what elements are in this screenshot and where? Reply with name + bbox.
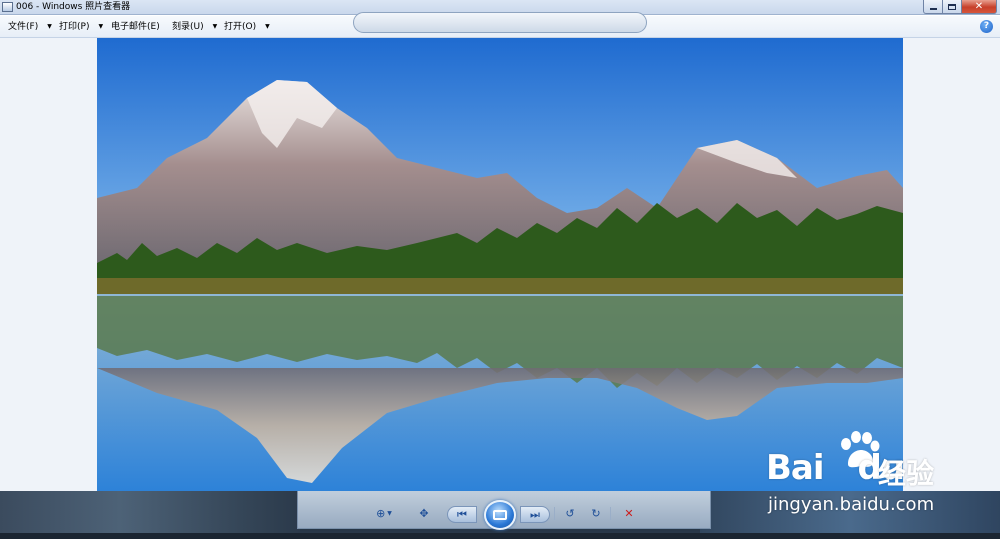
zoom-icon: ⊕	[376, 507, 386, 520]
chevron-down-icon: ▼	[98, 23, 104, 30]
landscape-photo	[97, 38, 903, 491]
rotate-right-icon: ↻	[591, 507, 601, 520]
watermark-product: 经验	[878, 457, 935, 490]
separator	[554, 507, 555, 520]
menu-print-label: 打印(P)	[59, 22, 90, 32]
minimize-button[interactable]	[923, 0, 943, 14]
watermark-url: jingyan.baidu.com	[768, 494, 935, 515]
slideshow-icon	[493, 510, 507, 520]
watermark-brand-text: Bai	[766, 448, 825, 488]
actual-size-button[interactable]: ✥	[413, 503, 435, 524]
desktop-background	[0, 491, 300, 539]
menu-burn[interactable]: 刻录(U) ▼	[172, 21, 217, 33]
next-icon: ⏭	[530, 507, 540, 521]
rotate-counterclockwise-button[interactable]: ↺	[560, 503, 580, 524]
chevron-down-icon: ▼	[212, 23, 218, 30]
menu-open[interactable]: 打开(O) ▼	[224, 21, 270, 33]
rotate-clockwise-button[interactable]: ↻	[586, 503, 606, 524]
menu-email[interactable]: 电子邮件(E)	[111, 21, 160, 33]
control-pill	[353, 12, 647, 33]
previous-icon: ⏮	[457, 507, 467, 521]
menu-burn-label: 刻录(U)	[172, 22, 204, 32]
fit-icon: ✥	[419, 507, 429, 520]
rotate-left-icon: ↺	[565, 507, 575, 520]
photo-viewer-area	[0, 38, 1000, 491]
delete-icon: ✕	[624, 507, 634, 520]
windows-taskbar	[0, 533, 1000, 539]
baidu-jingyan-watermark: Bai du 经验 jingyan.baidu.com	[760, 430, 960, 520]
window-title: 006 - Windows 照片查看器	[16, 2, 131, 12]
close-button[interactable]: ✕	[961, 0, 997, 14]
previous-button[interactable]: ⏮	[447, 506, 477, 523]
menu-email-label: 电子邮件(E)	[111, 22, 160, 32]
maximize-icon	[948, 3, 956, 10]
menu-file-label: 文件(F)	[8, 22, 39, 32]
close-icon: ✕	[974, 0, 984, 12]
help-icon[interactable]: ?	[980, 20, 993, 33]
app-icon	[2, 2, 13, 12]
chevron-down-icon: ▼	[387, 510, 392, 517]
menu-file[interactable]: 文件(F) ▼	[8, 21, 52, 33]
next-button[interactable]: ⏭	[520, 506, 550, 523]
delete-button[interactable]: ✕	[618, 503, 640, 524]
menu-open-label: 打开(O)	[224, 22, 257, 32]
maximize-button[interactable]	[942, 0, 962, 14]
zoom-button[interactable]: ⊕ ▼	[370, 503, 398, 524]
minimize-icon	[929, 8, 937, 10]
separator	[610, 507, 611, 520]
menu-print[interactable]: 打印(P) ▼	[59, 21, 103, 33]
chevron-down-icon: ▼	[265, 23, 270, 30]
chevron-down-icon: ▼	[47, 23, 52, 30]
slideshow-button[interactable]	[484, 500, 516, 530]
